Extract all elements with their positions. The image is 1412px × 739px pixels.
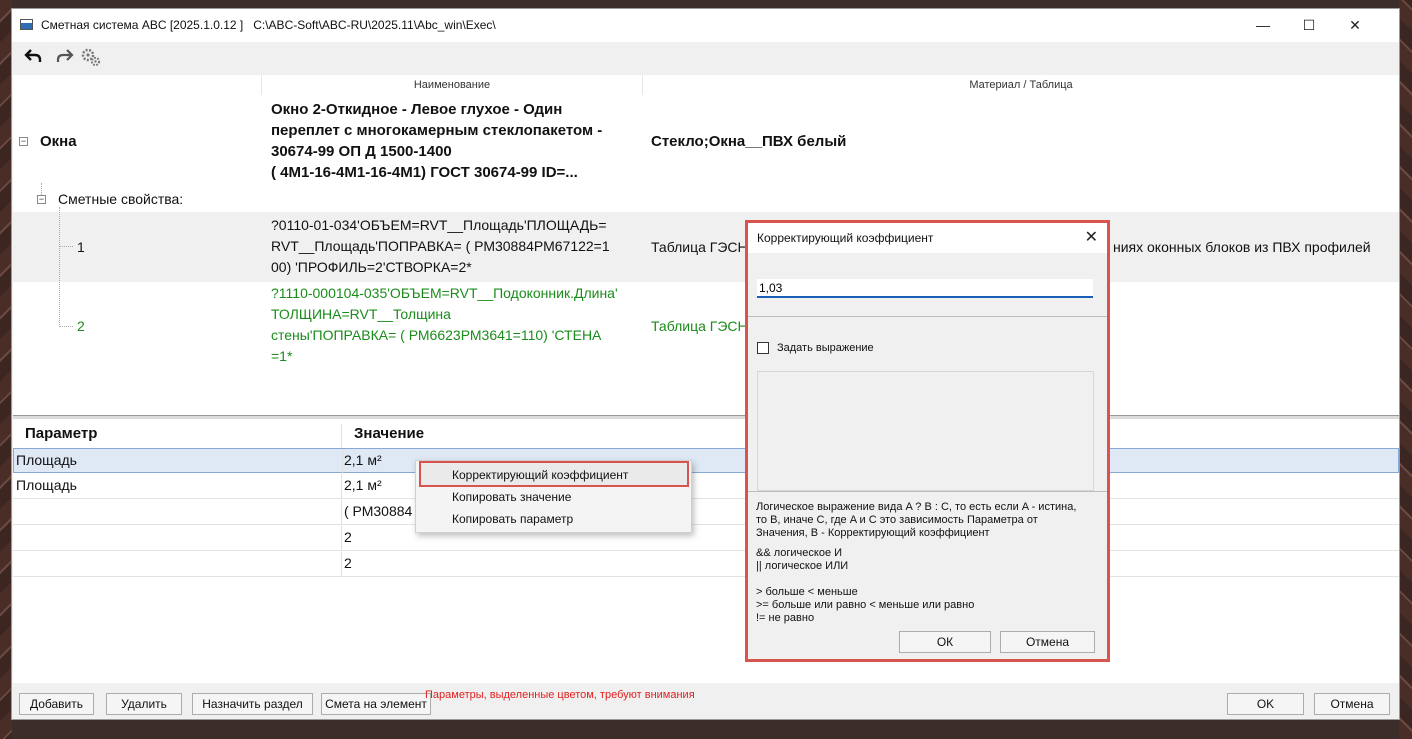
context-menu: Корректирующий коэффициент Копировать зн…	[415, 460, 692, 533]
help-text: != не равно	[756, 612, 815, 624]
param-row[interactable]: Площадь 2,1 м²	[13, 448, 1399, 474]
minimize-button[interactable]: —	[1240, 13, 1286, 37]
row-1-table-cell: Таблица ГЭСН	[651, 239, 748, 255]
row-1-name-line: RVT__Площадь'ПОПРАВКА= ( РМ30884РМ67122=…	[271, 238, 610, 254]
param-row[interactable]: 2	[13, 526, 1399, 551]
row-1-table-tail: ниях оконных блоков из ПВХ профилей	[1113, 239, 1371, 255]
app-icon	[20, 19, 33, 30]
help-text: >= больше или равно < меньше или равно	[756, 599, 975, 611]
tree-root-label[interactable]: Окна	[40, 133, 77, 150]
dialog-ok-button[interactable]: ОК	[899, 631, 991, 653]
param-value: 2	[344, 529, 352, 545]
expression-checkbox-label[interactable]: Задать выражение	[777, 342, 874, 354]
row-2-name-line: стены'ПОПРАВКА= ( РМ6623РМ3641=110) 'СТЕ…	[271, 327, 602, 343]
collapse-icon[interactable]: −	[37, 195, 46, 204]
ok-button[interactable]: OK	[1227, 693, 1304, 715]
row-1-name-line: ?0110-01-034'ОБЪЕМ=RVT__Площадь'ПЛОЩАДЬ=	[271, 217, 607, 233]
expression-checkbox[interactable]	[757, 342, 769, 354]
undo-arrow-icon[interactable]	[22, 46, 44, 68]
param-column-header[interactable]: Параметр	[25, 425, 97, 442]
collapse-icon[interactable]: −	[19, 137, 28, 146]
delete-button[interactable]: Удалить	[106, 693, 182, 715]
root-name-line: переплет с многокамерным стеклопакетом -	[271, 122, 603, 139]
root-material-cell: Стекло;Окна__ПВХ белый	[651, 133, 847, 150]
column-divider	[342, 449, 343, 474]
param-row[interactable]: 2	[13, 552, 1399, 577]
title-bar: Сметная система ABC [2025.1.0.12 ] C:\AB…	[12, 9, 1399, 42]
column-divider	[341, 552, 342, 577]
root-name-cell: Окно 2-Откидное - Левое глухое - Один пе…	[271, 99, 602, 183]
help-text: то B, иначе С, где A и С это зависимость…	[756, 514, 1038, 526]
row-1-name-cell: ?0110-01-034'ОБЪЕМ=RVT__Площадь'ПЛОЩАДЬ=…	[271, 215, 610, 278]
background-right	[1399, 0, 1412, 739]
parameters-grid: Параметр Значение Площадь 2,1 м² Площадь…	[13, 419, 1399, 683]
column-divider	[341, 424, 342, 449]
estimate-tree: Наименование Материал / Таблица − Окна О…	[13, 75, 1399, 415]
column-divider	[341, 500, 342, 525]
dialog-title: Корректирующий коэффициент	[757, 231, 934, 245]
close-button[interactable]: ✕	[1332, 13, 1378, 37]
expression-textarea[interactable]	[757, 371, 1094, 491]
dialog-cancel-button[interactable]: Отмена	[1000, 631, 1095, 653]
root-name-line: 30674-99 ОП Д 1500-1400	[271, 143, 452, 160]
row-1-index[interactable]: 1	[77, 239, 85, 255]
group-label[interactable]: Сметные свойства:	[58, 191, 183, 207]
tree-line	[59, 326, 73, 327]
dialog-separator	[748, 491, 1107, 492]
toolbar	[12, 42, 1399, 72]
row-2-name-line: ?1110-000104-035'ОБЪЕМ=RVT__Подоконник.Д…	[271, 285, 618, 301]
param-value: ( РМ30884	[344, 503, 413, 519]
menu-item-copy-parameter[interactable]: Копировать параметр	[452, 512, 573, 526]
column-divider	[341, 474, 342, 499]
row-2-name-cell: ?1110-000104-035'ОБЪЕМ=RVT__Подоконник.Д…	[271, 283, 618, 367]
param-name: Площадь	[16, 452, 77, 468]
help-text: Логическое выражение вида A ? B : C, то …	[756, 501, 1077, 513]
param-row[interactable]: ( РМ30884	[13, 500, 1399, 525]
gears-icon[interactable]	[80, 46, 102, 68]
root-name-line: ( 4М1-16-4М1-16-4М1) ГОСТ 30674-99 ID=..…	[271, 164, 578, 181]
param-value: 2,1 м²	[344, 452, 382, 468]
attention-warning: Параметры, выделенные цветом, требуют вн…	[425, 689, 695, 701]
param-row[interactable]: Площадь 2,1 м²	[13, 474, 1399, 499]
param-value: 2,1 м²	[344, 477, 382, 493]
cancel-button[interactable]: Отмена	[1314, 693, 1390, 715]
help-text: > больше < меньше	[756, 586, 858, 598]
column-header-material[interactable]: Материал / Таблица	[642, 75, 1399, 95]
redo-arrow-icon[interactable]	[54, 46, 76, 68]
estimate-on-element-button[interactable]: Смета на элемент	[321, 693, 431, 715]
help-text: && логическое И	[756, 547, 843, 559]
tree-line	[59, 207, 60, 327]
root-name-line: Окно 2-Откидное - Левое глухое - Один	[271, 101, 563, 118]
correction-coefficient-dialog: Корректирующий коэффициент ✕ Задать выра…	[745, 220, 1110, 662]
main-window: Сметная система ABC [2025.1.0.12 ] C:\AB…	[11, 8, 1400, 720]
value-column-header[interactable]: Значение	[354, 425, 424, 442]
coefficient-input[interactable]	[757, 279, 1093, 298]
row-1-name-line: 00) 'ПРОФИЛЬ=2'СТВОРКА=2*	[271, 259, 472, 275]
help-text: || логическое ИЛИ	[756, 560, 849, 572]
maximize-button[interactable]: ☐	[1286, 13, 1332, 37]
param-value: 2	[344, 555, 352, 571]
row-2-name-line: ТОЛЩИНА=RVT__Толщина	[271, 306, 451, 322]
menu-item-copy-value[interactable]: Копировать значение	[452, 490, 571, 504]
window-title: Сметная система ABC [2025.1.0.12 ] C:\AB…	[41, 18, 496, 32]
row-2-name-line: =1*	[271, 348, 293, 364]
row-2-index[interactable]: 2	[77, 318, 85, 334]
column-header-name[interactable]: Наименование	[261, 75, 642, 95]
assign-section-button[interactable]: Назначить раздел	[192, 693, 313, 715]
help-text: Значения, B - Корректирующий коэффициент	[756, 527, 990, 539]
row-2-table-cell: Таблица ГЭСН	[651, 318, 748, 334]
dialog-title-bar: Корректирующий коэффициент ✕	[748, 223, 1107, 253]
dialog-separator	[748, 316, 1107, 317]
param-name: Площадь	[16, 477, 77, 493]
column-divider	[341, 526, 342, 551]
dialog-close-icon[interactable]: ✕	[1085, 227, 1098, 247]
tree-line	[59, 246, 73, 247]
menu-item-correction-coefficient[interactable]: Корректирующий коэффициент	[452, 468, 628, 482]
add-button[interactable]: Добавить	[19, 693, 94, 715]
